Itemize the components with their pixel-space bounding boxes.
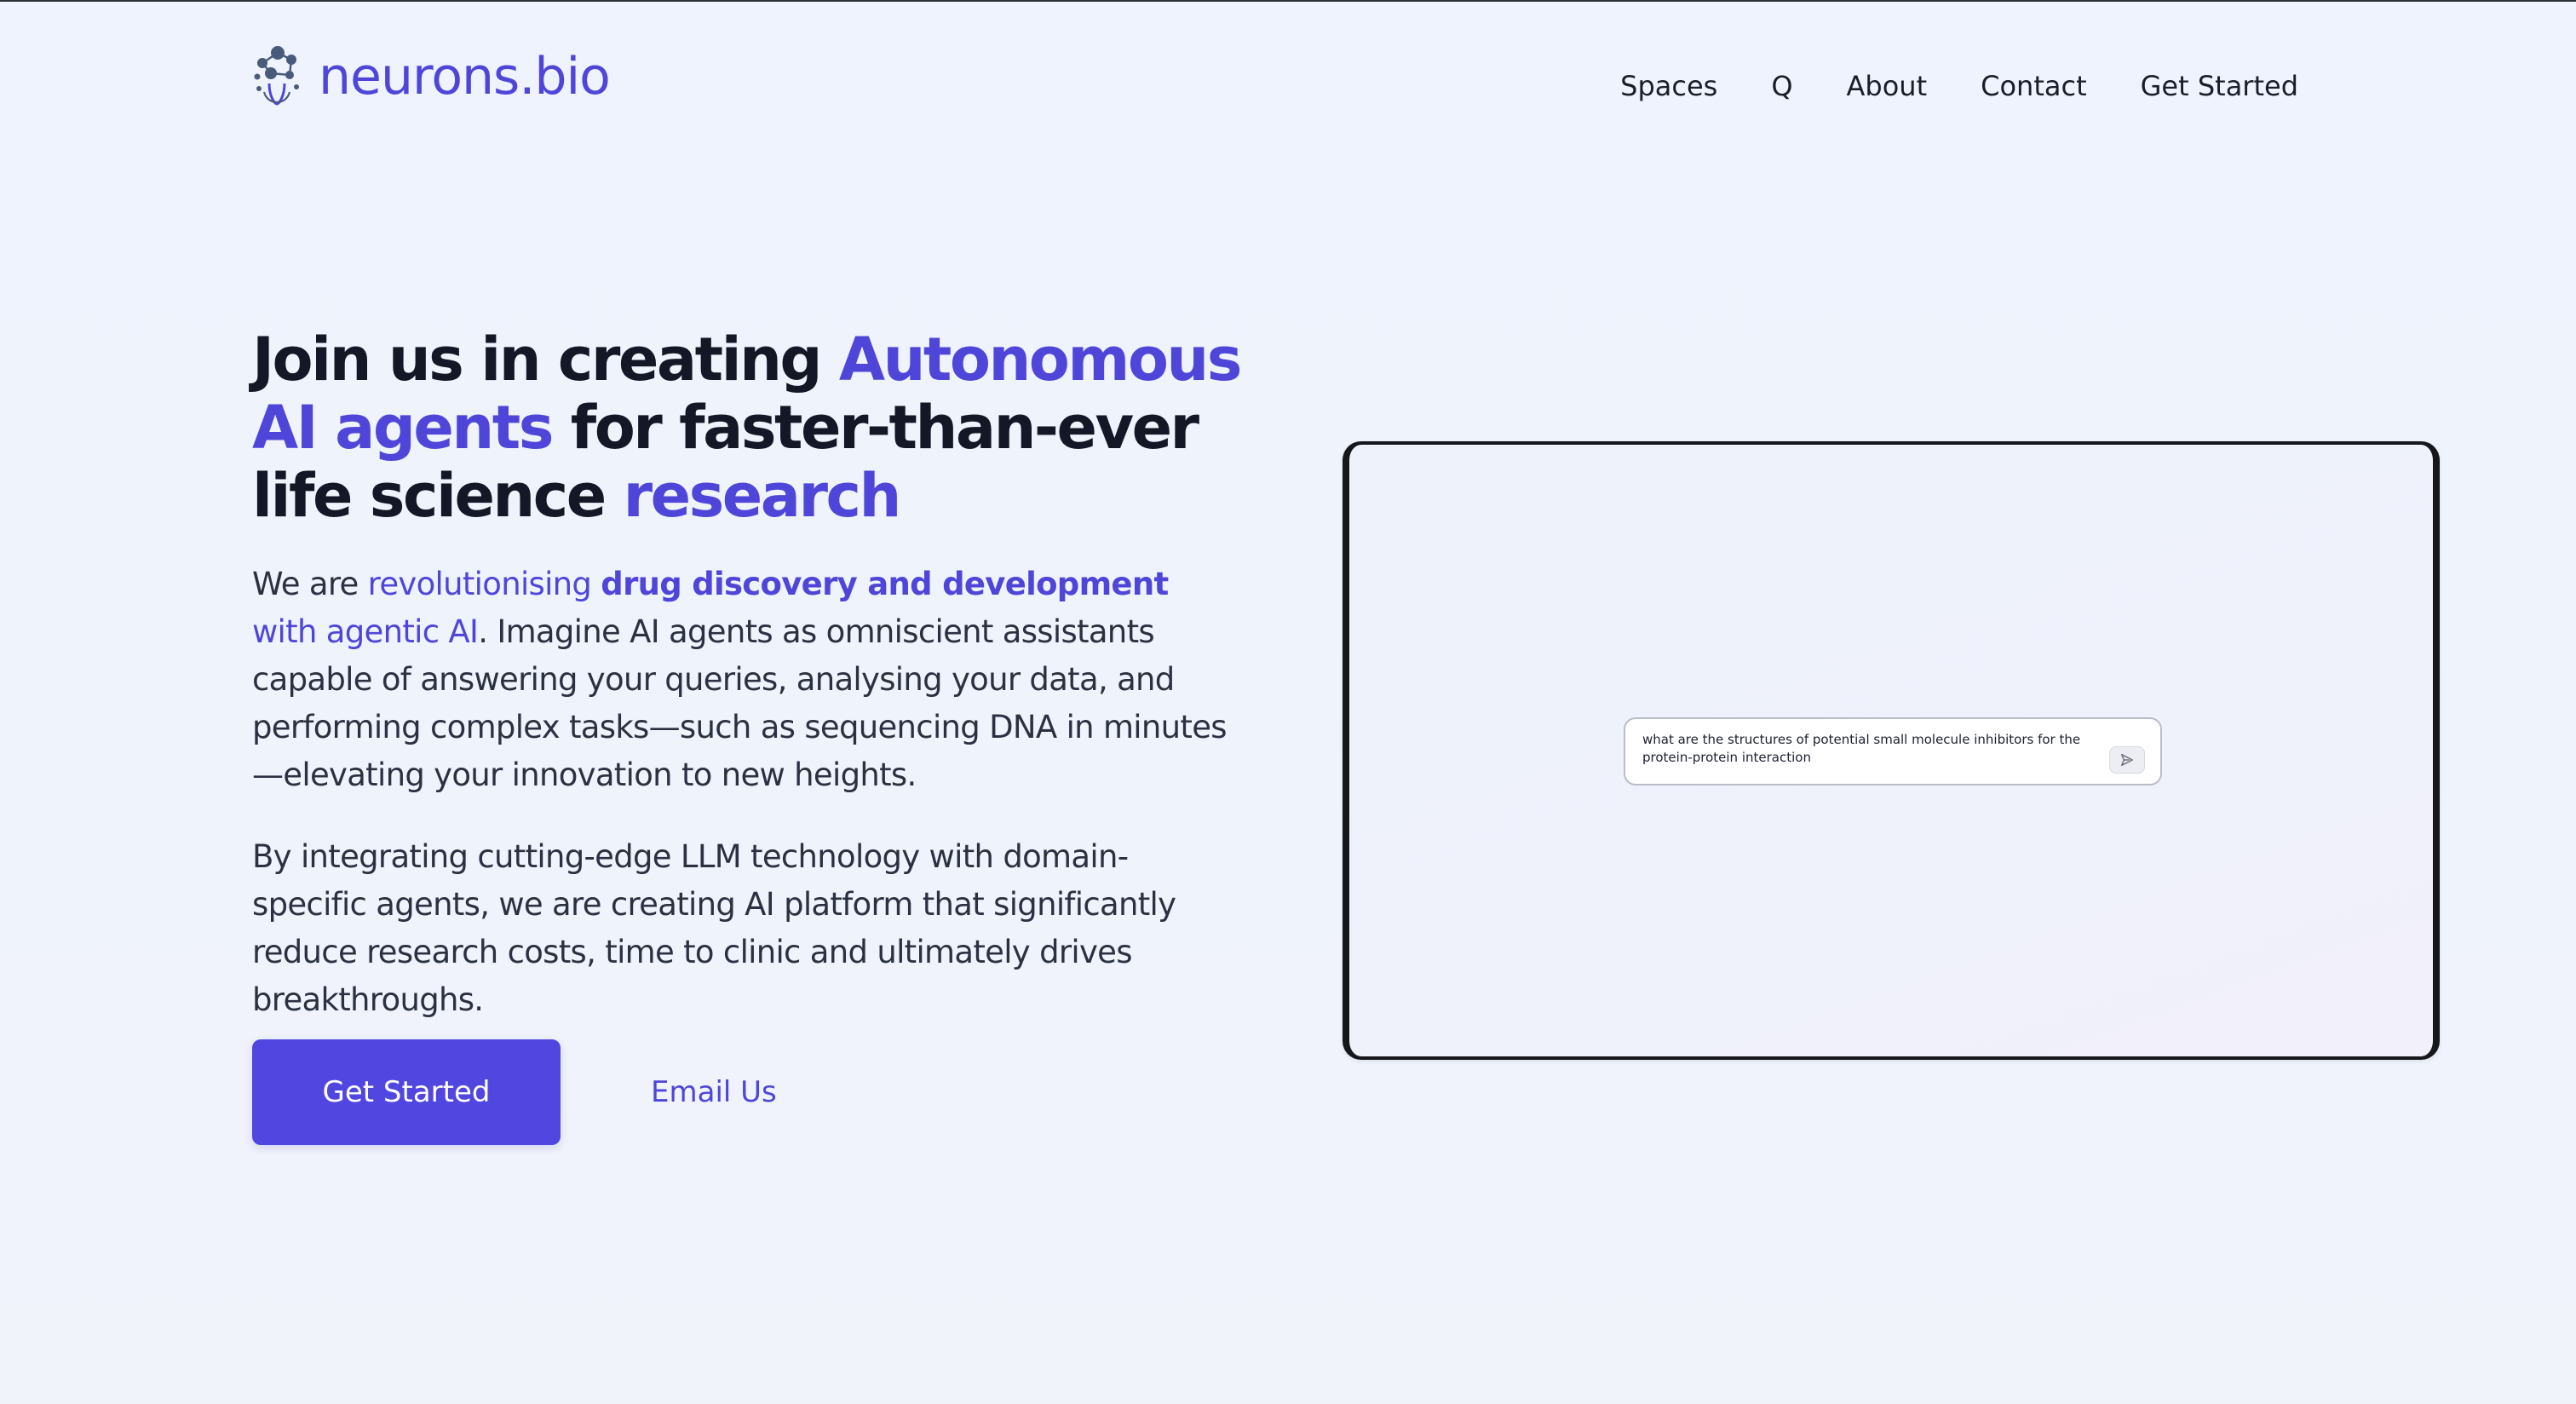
brand-name: neurons.bio (319, 47, 611, 106)
nav-item-get-started[interactable]: Get Started (2141, 66, 2298, 106)
nav-item-spaces[interactable]: Spaces (1620, 66, 1717, 106)
hero-section: Join us in creating Autonomous AI agents… (252, 325, 1242, 1024)
hero-paragraph-1: We are revolutionising drug discovery an… (252, 561, 1240, 799)
hero-title-part1: Join us in creating (252, 325, 839, 394)
get-started-button[interactable]: Get Started (252, 1039, 561, 1145)
chat-query-text: what are the structures of potential sma… (1642, 732, 2081, 765)
para1-accent-bold: drug discovery and development (601, 566, 1169, 602)
hero-paragraph-2: By integrating cutting-edge LLM technolo… (252, 838, 1176, 1018)
para1-accent1: revolutionising (367, 566, 601, 602)
para1-lead: We are (252, 566, 368, 602)
molecule-logo-icon (254, 46, 299, 106)
chat-query-box[interactable]: what are the structures of potential sma… (1624, 717, 2162, 785)
main-nav: Spaces Q About Contact Get Started (1620, 66, 2298, 106)
nav-item-contact[interactable]: Contact (1981, 66, 2087, 106)
nav-item-about[interactable]: About (1847, 66, 1928, 106)
hero-title-accent2: research (623, 461, 902, 531)
send-button[interactable] (2109, 746, 2145, 774)
site-header: neurons.bio Spaces Q About Contact Get S… (0, 2, 2576, 164)
email-us-link[interactable]: Email Us (651, 1075, 777, 1109)
cta-row: Get Started Email Us (252, 1039, 777, 1145)
send-icon (2120, 753, 2134, 767)
brand-logo-link[interactable]: neurons.bio (252, 44, 611, 109)
para1-accent2: with agentic AI (252, 613, 479, 650)
product-preview-frame: what are the structures of potential sma… (1343, 441, 2440, 1060)
nav-item-q[interactable]: Q (1771, 66, 1792, 106)
hero-title: Join us in creating Autonomous AI agents… (252, 325, 1242, 531)
